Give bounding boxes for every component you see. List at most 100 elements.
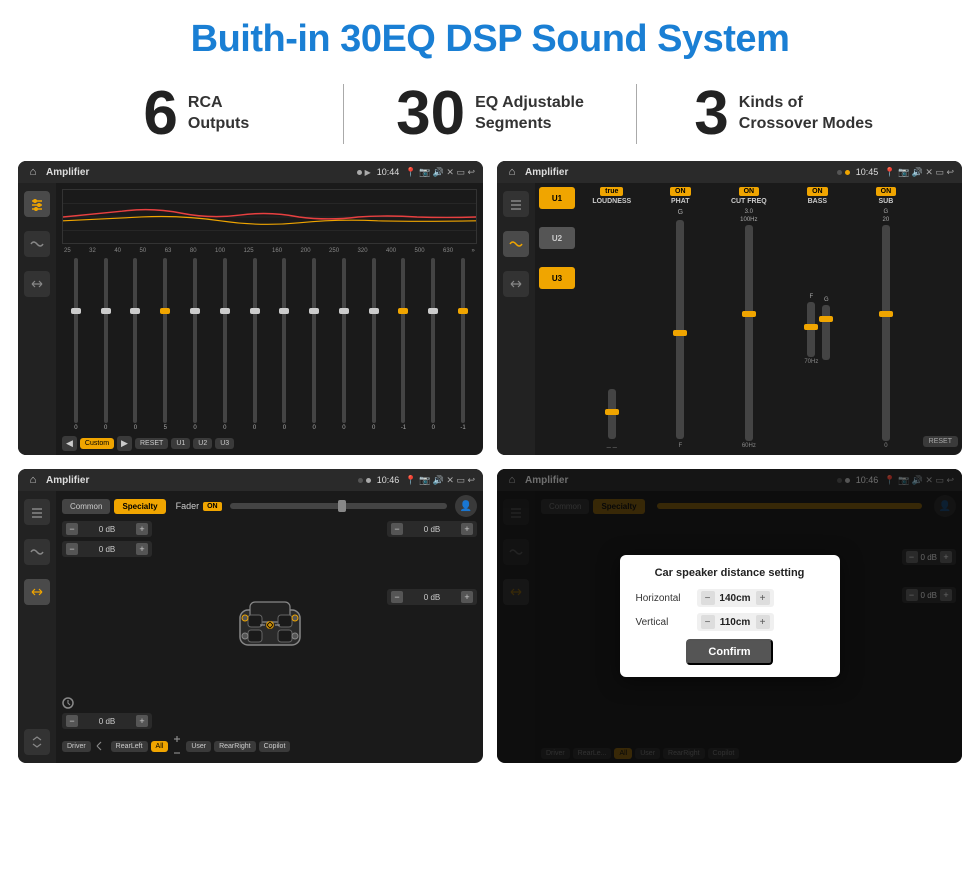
btn-rearleft[interactable]: RearLeft [111, 741, 148, 752]
dialog-horizontal-input: − 140cm + [697, 589, 774, 607]
db-minus-r1[interactable]: − [391, 591, 403, 603]
eq-u2-btn[interactable]: U2 [193, 438, 212, 449]
db-plus-r1[interactable]: + [461, 591, 473, 603]
amp-u1-btn[interactable]: U1 [539, 187, 575, 209]
eq-content: 25 32 40 50 63 80 100 125 160 200 250 32… [18, 183, 483, 455]
stat-rca: 6 RCA Outputs [60, 83, 333, 145]
topbar-zones-time: 10:46 [377, 475, 400, 485]
speaker-sidebar-wave[interactable] [24, 539, 50, 565]
db-value-0: 0 dB [81, 525, 133, 534]
eq-sidebar-wave[interactable] [24, 231, 50, 257]
stat-eq-label2: Segments [475, 114, 584, 135]
fader-on-btn[interactable]: ON [203, 502, 222, 511]
freq-100: 100 [215, 248, 225, 254]
eq-freq-labels: 25 32 40 50 63 80 100 125 160 200 250 32… [62, 248, 477, 254]
slider-col-6: 0 [241, 258, 269, 431]
freq-32: 32 [89, 248, 96, 254]
db-row-0: − 0 dB + [62, 521, 152, 537]
stat-eq-number: 30 [396, 83, 465, 145]
btn-rearright[interactable]: RearRight [214, 741, 256, 752]
db-value-1: 0 dB [81, 545, 133, 554]
eq-sliders: 0 0 0 5 0 [62, 256, 477, 433]
db-value-r1: 0 dB [406, 593, 458, 602]
amp-sidebar-arrows[interactable] [503, 271, 529, 297]
stats-row: 6 RCA Outputs 30 EQ Adjustable Segments … [0, 71, 980, 161]
speaker-sidebar-arrows[interactable] [24, 579, 50, 605]
btn-user[interactable]: User [186, 741, 211, 752]
topbar-eq-icons: 📍 📷 🔊 ✕ ▭ ↩ [405, 167, 475, 178]
freq-200: 200 [301, 248, 311, 254]
person-icon: 👤 [460, 501, 472, 512]
db-minus-2[interactable]: − [66, 715, 78, 727]
dialog-vertical-minus[interactable]: − [701, 615, 715, 629]
slider-col-11: -1 [390, 258, 418, 431]
db-plus-2[interactable]: + [136, 715, 148, 727]
sub-on-btn[interactable]: ON [876, 187, 897, 196]
freq-630: 630 [443, 248, 453, 254]
confirm-button[interactable]: Confirm [686, 639, 772, 665]
phat-on-btn[interactable]: ON [670, 187, 691, 196]
db-minus-0[interactable]: − [66, 523, 78, 535]
amp-col-loudness: true LOUDNESS ─ ─ [579, 187, 645, 451]
freq-50: 50 [140, 248, 147, 254]
topbar-amp-title: Amplifier [525, 167, 831, 178]
db-row-2: − 0 dB + [62, 713, 152, 729]
dialog-vertical-row: Vertical − 110cm + [636, 613, 824, 631]
dialog-vertical-plus[interactable]: + [756, 615, 770, 629]
db-plus-r0[interactable]: + [461, 523, 473, 535]
amp-col-phat: ON PHAT G F [648, 187, 714, 451]
btn-all[interactable]: All [151, 741, 169, 752]
slider-col-9: 0 [330, 258, 358, 431]
eq-reset-btn[interactable]: RESET [135, 438, 168, 449]
eq-sidebar-arrows[interactable] [24, 271, 50, 297]
stat-rca-number: 6 [143, 83, 177, 145]
tab-common[interactable]: Common [62, 499, 110, 514]
tab-specialty[interactable]: Specialty [114, 499, 165, 514]
loudness-on-btn[interactable]: true [600, 187, 623, 196]
screen-speaker-zones: ⌂ Amplifier 10:46 📍 📷 🔊 ✕ ▭ ↩ [18, 469, 483, 763]
speaker-diagram-area: − 0 dB + − 0 dB + − [62, 521, 477, 729]
amp-sidebar-wave[interactable] [503, 231, 529, 257]
bass-on-btn[interactable]: ON [807, 187, 828, 196]
dialog-horizontal-minus[interactable]: − [701, 591, 715, 605]
slider-col-7: 0 [270, 258, 298, 431]
db-minus-1[interactable]: − [66, 543, 78, 555]
eq-preset-custom[interactable]: Custom [80, 438, 114, 449]
topbar-eq: ⌂ Amplifier ▶ 10:44 📍 📷 🔊 ✕ ▭ ↩ [18, 161, 483, 183]
btn-copilot[interactable]: Copilot [259, 741, 291, 752]
home-icon-zones[interactable]: ⌂ [26, 473, 40, 487]
btn-driver[interactable]: Driver [62, 741, 91, 752]
speaker-bottom-row: Driver RearLeft All User [62, 733, 477, 759]
speaker-sidebar-expand[interactable] [24, 729, 50, 755]
topbar-eq-time: 10:44 [377, 167, 400, 177]
slider-col-1: 0 [92, 258, 120, 431]
freq-320: 320 [358, 248, 368, 254]
slider-col-5: 0 [211, 258, 239, 431]
eq-next-btn[interactable]: ▶ [117, 436, 132, 451]
db-minus-r0[interactable]: − [391, 523, 403, 535]
fader-label: Fader [176, 501, 200, 511]
db-plus-0[interactable]: + [136, 523, 148, 535]
slider-col-2: 0 [122, 258, 150, 431]
cutfreq-on-btn[interactable]: ON [739, 187, 760, 196]
eq-u1-btn[interactable]: U1 [171, 438, 190, 449]
home-icon[interactable]: ⌂ [26, 165, 40, 179]
eq-sidebar-tune[interactable] [24, 191, 50, 217]
home-icon-amp[interactable]: ⌂ [505, 165, 519, 179]
amp-u3-btn[interactable]: U3 [539, 267, 575, 289]
amp-u2-btn[interactable]: U2 [539, 227, 575, 249]
amp-col-cutfreq: ON CUT FREQ 3.0 100Hz 60Hz [716, 187, 782, 451]
dialog-horizontal-plus[interactable]: + [756, 591, 770, 605]
stat-crossover-label: Kinds of [739, 93, 873, 114]
stat-divider-1 [343, 84, 344, 144]
eq-u3-btn[interactable]: U3 [215, 438, 234, 449]
stat-rca-label: RCA [188, 93, 249, 114]
topbar-zones-title: Amplifier [46, 475, 352, 486]
eq-prev-btn[interactable]: ◀ [62, 436, 77, 451]
speaker-sidebar-tune[interactable] [24, 499, 50, 525]
amp-reset-btn[interactable]: RESET [923, 436, 958, 447]
amp-sidebar-tune[interactable] [503, 191, 529, 217]
db-plus-1[interactable]: + [136, 543, 148, 555]
stat-crossover-label2: Crossover Modes [739, 114, 873, 135]
screen-speaker-distance: ⌂ Amplifier 10:46 📍 📷 🔊 ✕ ▭ ↩ [497, 469, 962, 763]
